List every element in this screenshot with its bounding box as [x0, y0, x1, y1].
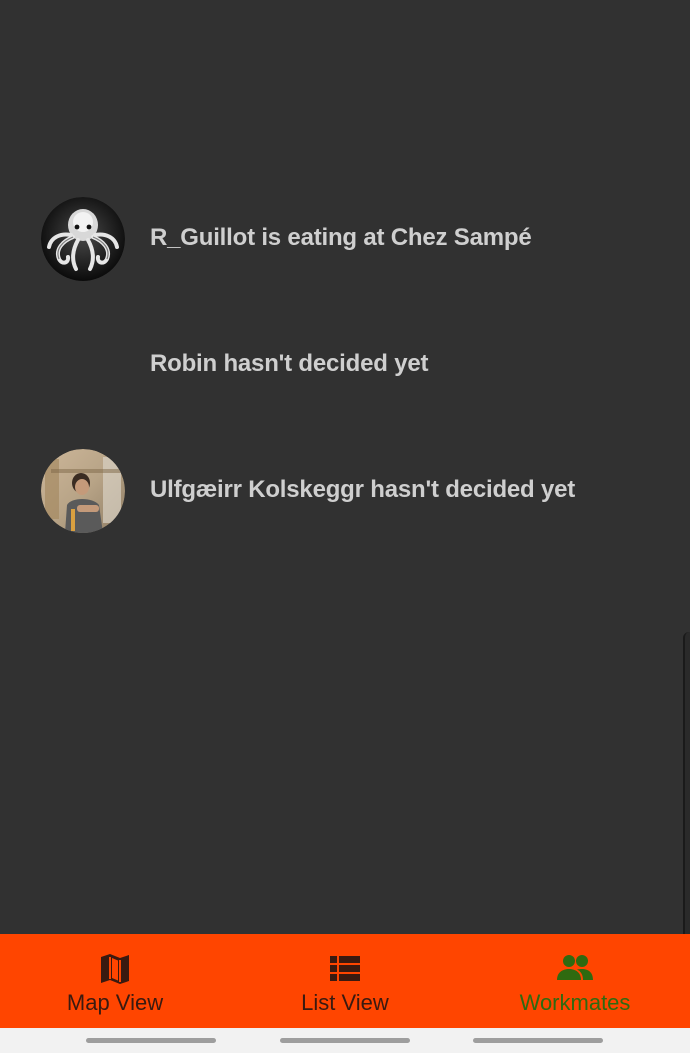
- workmate-status-text: Ulfgæirr Kolskeggr hasn't decided yet: [150, 476, 576, 503]
- person-photo-avatar-icon: [41, 449, 125, 533]
- nav-item-workmates[interactable]: Workmates: [460, 934, 690, 1028]
- people-icon: [557, 955, 593, 980]
- workmate-row[interactable]: R_Guillot is eating at Chez Sampé: [0, 190, 690, 290]
- list-icon: [330, 956, 360, 981]
- workmate-row[interactable]: Ulfgæirr Kolskeggr hasn't decided yet: [0, 442, 690, 542]
- map-icon: [101, 954, 129, 984]
- nav-item-map-view[interactable]: Map View: [0, 934, 230, 1028]
- scrollbar[interactable]: [683, 632, 690, 944]
- bottom-navigation: Map View List View Workmates: [0, 934, 690, 1028]
- workmate-row[interactable]: Robin hasn't decided yet: [0, 316, 690, 416]
- workmate-status-text: Robin hasn't decided yet: [150, 350, 429, 377]
- workmates-list: R_Guillot is eating at Chez Sampé Robin …: [0, 0, 690, 934]
- system-gesture-bar: [0, 1028, 690, 1053]
- workmates-screen: R_Guillot is eating at Chez Sampé Robin …: [0, 0, 690, 1053]
- octopus-avatar-icon: [41, 197, 125, 281]
- gesture-handle[interactable]: [86, 1038, 216, 1043]
- nav-item-list-view[interactable]: List View: [230, 934, 460, 1028]
- gesture-handle[interactable]: [473, 1038, 603, 1043]
- nav-label: Workmates: [519, 990, 631, 1015]
- nav-label: Map View: [66, 990, 164, 1015]
- nav-label: List View: [301, 990, 389, 1015]
- workmate-status-text: R_Guillot is eating at Chez Sampé: [150, 224, 532, 251]
- gesture-handle[interactable]: [280, 1038, 410, 1043]
